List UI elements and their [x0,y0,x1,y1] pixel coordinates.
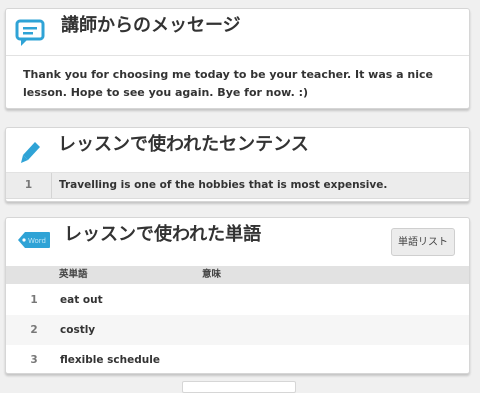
pencil-icon [20,140,42,170]
word-number: 1 [30,294,38,306]
sentence-row: 1 Travelling is one of the hobbies that … [6,173,469,199]
words-table-header: 英単語 意味 [6,266,469,284]
word-number: 3 [30,354,38,366]
teacher-message-header: 講師からのメッセージ [6,9,469,56]
column-meaning: 意味 [202,269,222,280]
sentences-card: レッスンで使われたセンテンス 1 Travelling is one of th… [5,127,470,202]
word-text: eat out [60,294,103,306]
teacher-message-card: 講師からのメッセージ Thank you for choosing me tod… [5,8,470,109]
word-tag-icon: Word [17,231,51,253]
words-header: Word レッスンで使われた単語 単語リスト [6,218,469,265]
sentence-text: Travelling is one of the hobbies that is… [59,179,388,191]
sentence-number: 1 [6,173,52,198]
column-english-word: 英単語 [59,269,88,280]
words-card: Word レッスンで使われた単語 単語リスト 英単語 意味 1 eat out … [5,217,470,374]
teacher-message-title: 講師からのメッセージ [61,15,241,36]
word-number: 2 [30,324,38,336]
word-text: costly [60,324,96,336]
sentences-header: レッスンで使われたセンテンス [6,128,469,173]
teacher-message-text: Thank you for choosing me today to be yo… [23,68,433,99]
svg-text:Word: Word [28,237,46,245]
table-row: 3 flexible schedule [6,345,469,373]
table-row: 1 eat out [6,285,469,315]
words-title: レッスンで使われた単語 [64,224,262,245]
bottom-panel-edge [182,381,296,393]
word-list-button[interactable]: 単語リスト [391,228,455,256]
table-row: 2 costly [6,315,469,345]
word-text: flexible schedule [60,354,160,366]
chat-bubble-icon [15,19,47,51]
sentences-title: レッスンで使われたセンテンス [58,134,309,155]
